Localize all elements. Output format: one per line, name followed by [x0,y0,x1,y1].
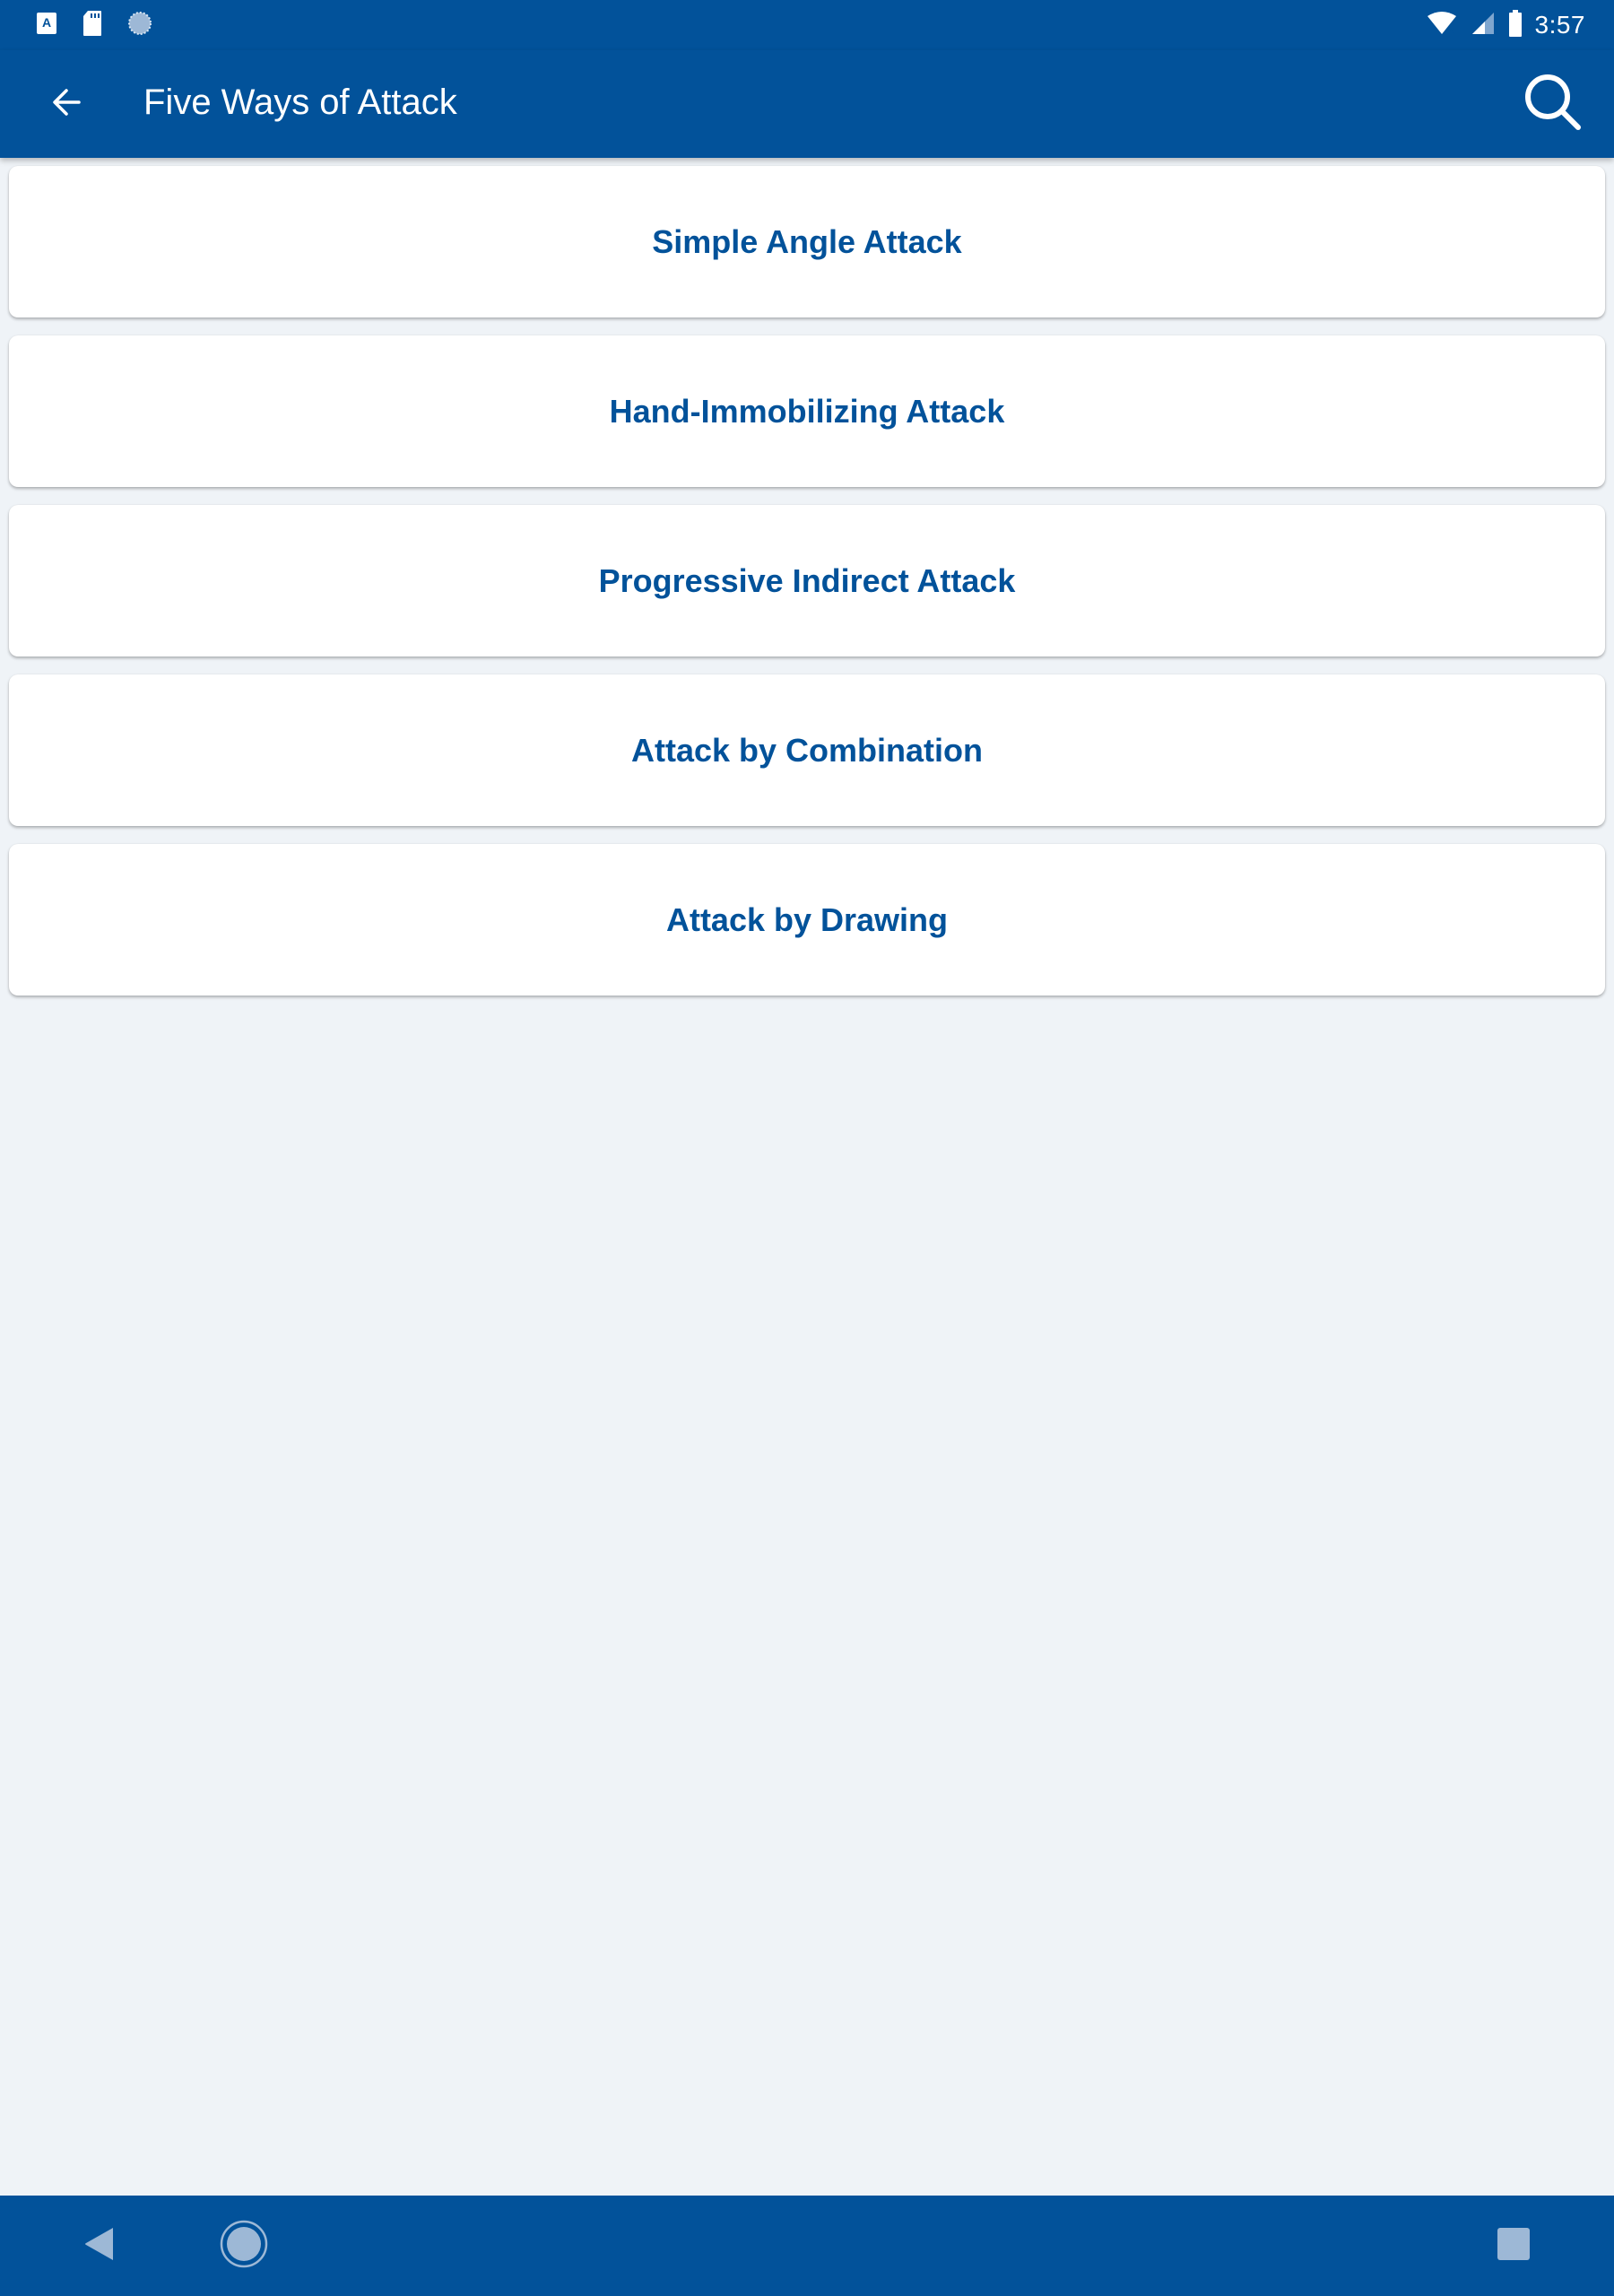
keyboard-a-icon: A [36,12,57,39]
svg-text:A: A [42,15,51,30]
nav-back-button[interactable] [68,2213,133,2278]
sync-circle-icon [127,11,152,40]
list-item-label: Attack by Drawing [665,900,949,938]
cell-signal-icon [1471,11,1496,40]
svg-text:x: x [1449,24,1455,36]
back-triangle-icon [82,2226,118,2266]
status-bar: A x 3:57 [0,0,1614,50]
clock-time: 3:57 [1534,11,1585,39]
list-item-attack-by-drawing[interactable]: Attack by Drawing [9,844,1605,996]
list-item-attack-by-combination[interactable]: Attack by Combination [9,674,1605,826]
search-button[interactable] [1517,68,1589,140]
list-item-progressive-indirect-attack[interactable]: Progressive Indirect Attack [9,505,1605,657]
list-item-hand-immobilizing-attack[interactable]: Hand-Immobilizing Attack [9,335,1605,487]
home-circle-icon [219,2219,269,2274]
nav-home-button[interactable] [212,2213,276,2278]
app-toolbar: Five Ways of Attack [0,50,1614,158]
list-item-label: Progressive Indirect Attack [598,561,1016,599]
wifi-off-icon: x [1426,11,1458,40]
battery-icon [1508,9,1523,41]
sd-card-icon [82,10,102,41]
search-icon [1523,73,1583,136]
arrow-left-icon [50,86,82,123]
back-button[interactable] [41,79,91,129]
list-item-simple-angle-attack[interactable]: Simple Angle Attack [9,166,1605,317]
recents-square-icon [1497,2227,1531,2266]
list-item-label: Simple Angle Attack [652,222,962,260]
attack-list: Simple Angle Attack Hand-Immobilizing At… [9,166,1605,1013]
page-title: Five Ways of Attack [143,83,457,122]
list-item-label: Attack by Combination [630,731,984,769]
nav-recents-button[interactable] [1481,2213,1546,2278]
list-item-label: Hand-Immobilizing Attack [609,392,1005,430]
system-nav-bar [0,2196,1614,2296]
